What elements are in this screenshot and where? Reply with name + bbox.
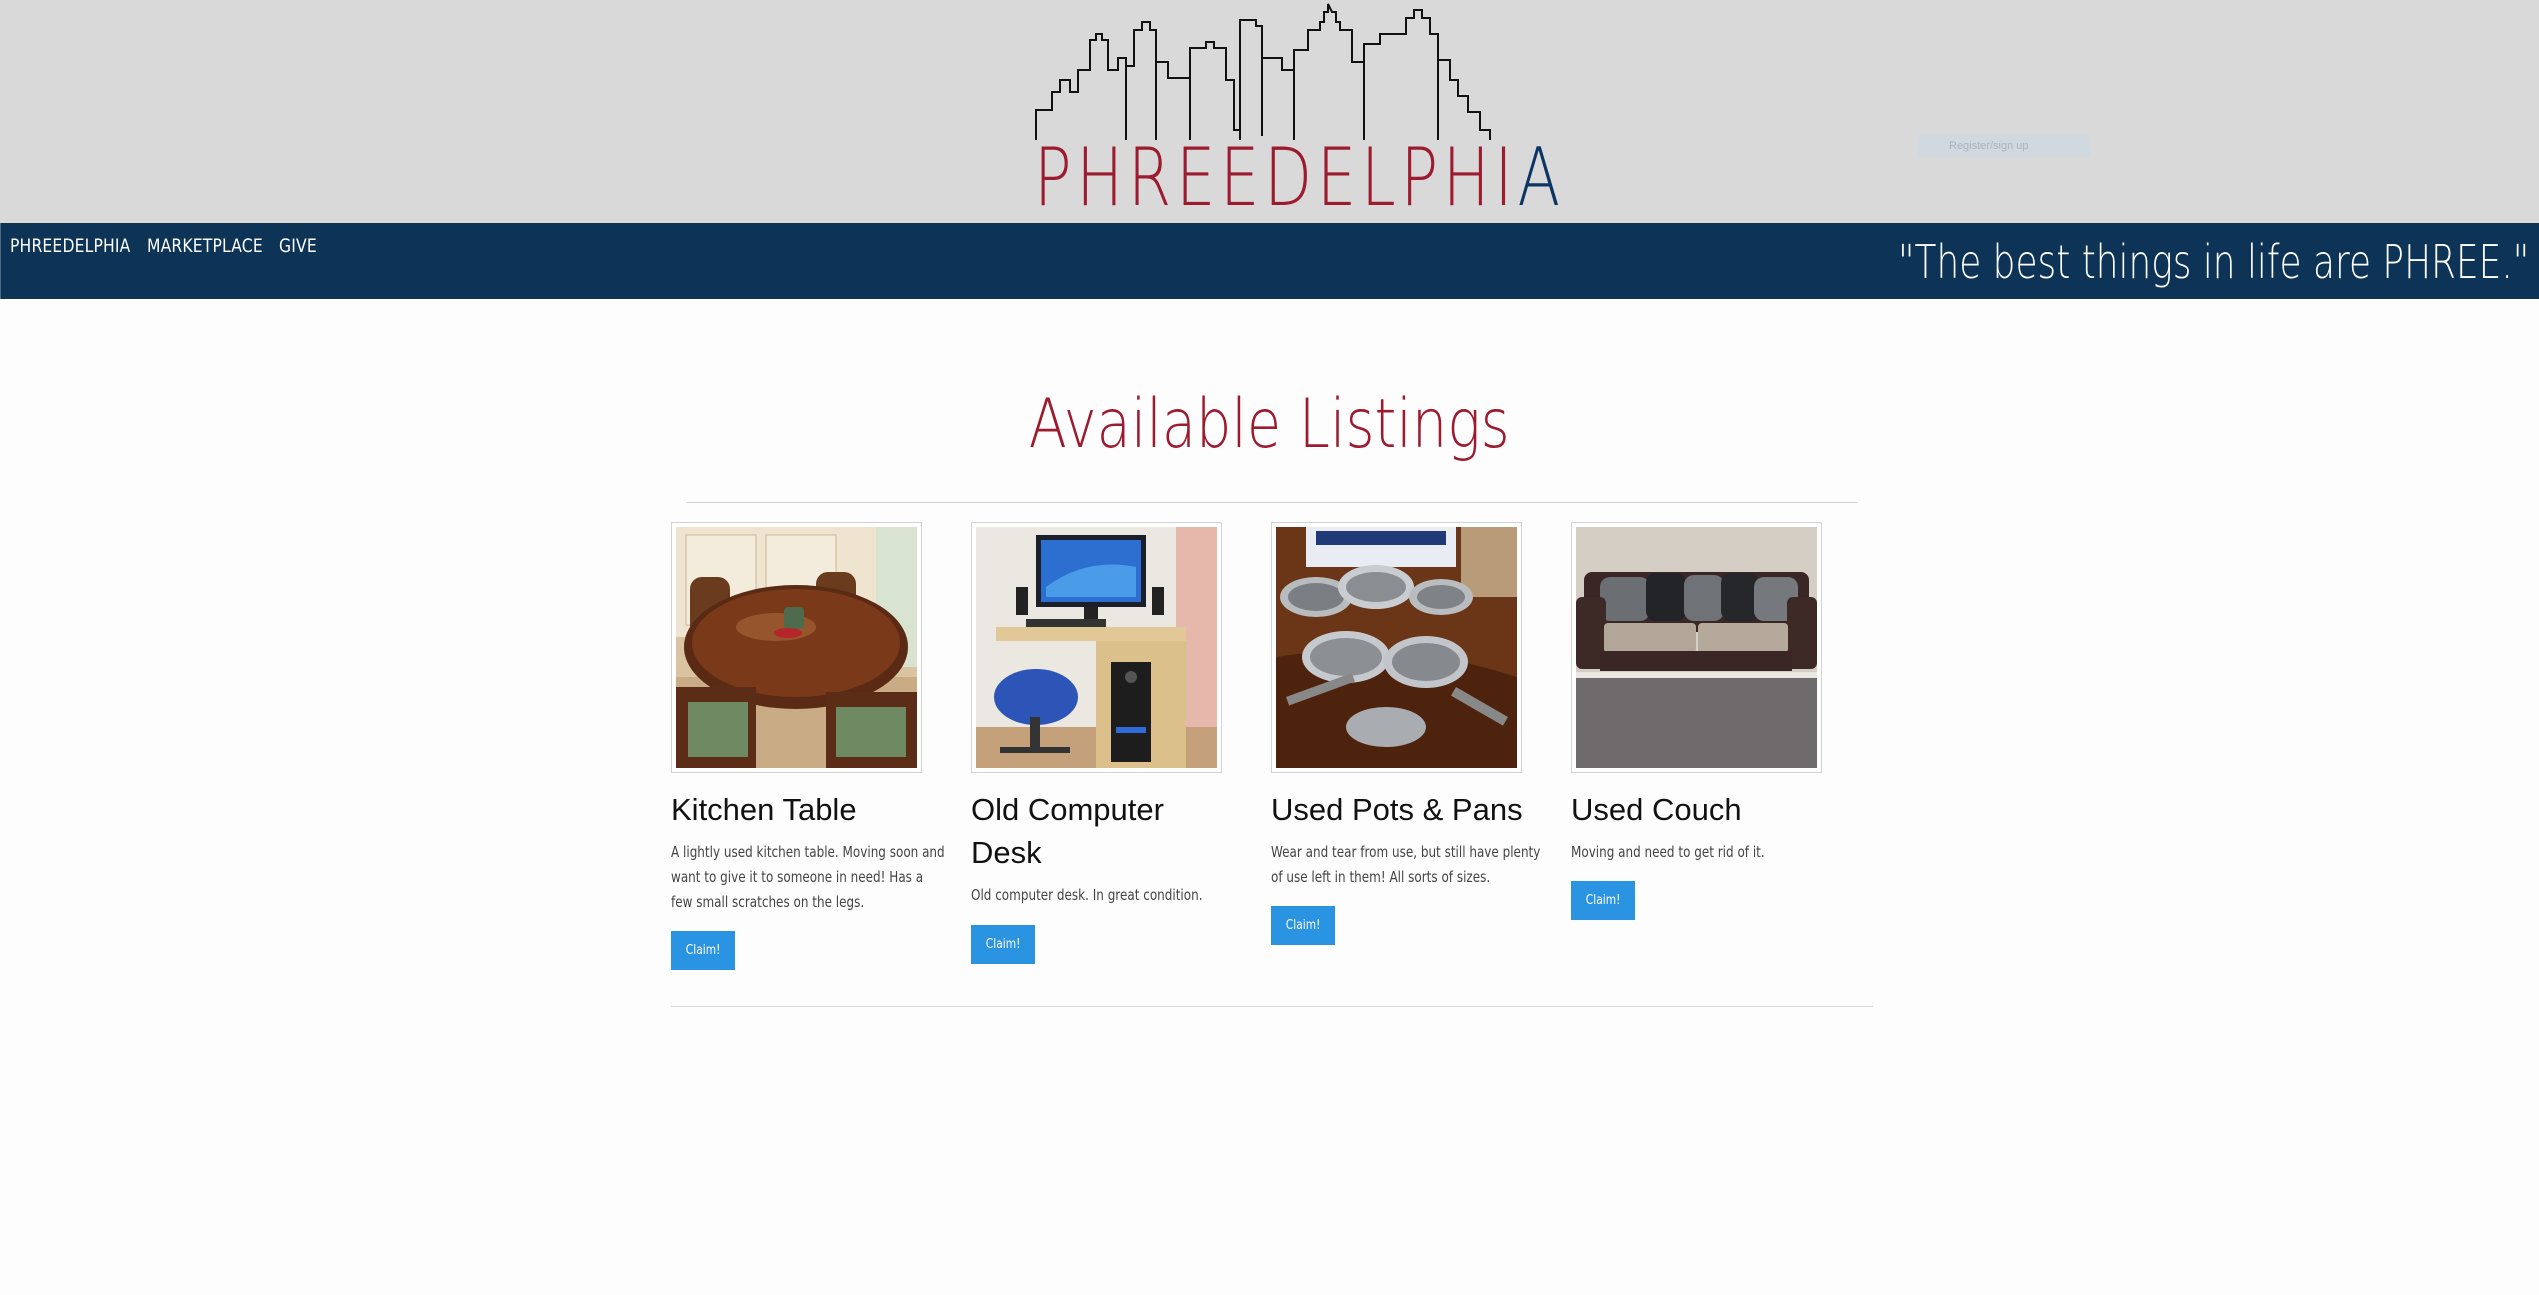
page-title: Available Listings xyxy=(0,385,2539,464)
listing-title: Used Couch xyxy=(1571,792,1742,827)
listing-description: Wear and tear from use, but still have p… xyxy=(1271,840,1546,890)
listing-description: A lightly used kitchen table. Moving soo… xyxy=(671,840,946,915)
listing-title: Kitchen Table xyxy=(671,792,857,827)
listing-image[interactable] xyxy=(671,522,922,773)
page-title-text: Available Listings xyxy=(1029,385,1510,464)
nav-link-phreedelphia[interactable]: PHREEDELPHIA xyxy=(10,235,130,257)
claim-button-label: Claim! xyxy=(985,937,1021,952)
couch-photo-icon xyxy=(1576,527,1817,768)
tagline: "The best things in life are PHREE." xyxy=(1897,235,2529,289)
claim-button[interactable]: Claim! xyxy=(1571,881,1635,920)
listing-image[interactable] xyxy=(971,522,1222,773)
claim-button[interactable]: Claim! xyxy=(1271,906,1335,945)
listing-image[interactable] xyxy=(1271,522,1522,773)
nav-link-give[interactable]: GIVE xyxy=(279,235,317,257)
claim-button[interactable]: Claim! xyxy=(671,931,735,970)
divider-bottom xyxy=(671,1006,1873,1007)
listing-description: Old computer desk. In great condition. xyxy=(971,883,1246,908)
computer-desk-photo-icon xyxy=(976,527,1217,768)
claim-button-label: Claim! xyxy=(1585,893,1621,908)
claim-button[interactable]: Claim! xyxy=(971,925,1035,964)
listing-title: Old Computer Desk xyxy=(971,792,1164,870)
logo-text-red: PHREEDELPHI xyxy=(1034,131,1518,224)
claim-button-label: Claim! xyxy=(1285,918,1321,933)
listing-description-text: A lightly used kitchen table. Moving soo… xyxy=(671,843,945,911)
register-signup-input[interactable]: Register/sign up xyxy=(1918,135,2090,157)
divider-top xyxy=(687,502,1857,503)
header-banner: PHREEDELPHIA Register/sign up xyxy=(0,0,2539,223)
listing-description-text: Wear and tear from use, but still have p… xyxy=(1271,843,1541,886)
listing-description: Moving and need to get rid of it. xyxy=(1571,840,1846,865)
listing-title: Used Pots & Pans xyxy=(1271,792,1523,827)
listing-description-text: Old computer desk. In great condition. xyxy=(971,886,1203,904)
site-logo[interactable]: PHREEDELPHIA xyxy=(1030,0,1560,222)
logo-text-blue: A xyxy=(1517,131,1565,224)
listing-description-text: Moving and need to get rid of it. xyxy=(1571,843,1765,861)
top-navbar: PHREEDELPHIA MARKETPLACE GIVE "The best … xyxy=(0,223,2539,299)
nav-link-marketplace[interactable]: MARKETPLACE xyxy=(147,235,263,257)
listing-image[interactable] xyxy=(1571,522,1822,773)
pots-pans-photo-icon xyxy=(1276,527,1517,768)
claim-button-label: Claim! xyxy=(685,943,721,958)
kitchen-table-photo-icon xyxy=(676,527,917,768)
logo-wordmark: PHREEDELPHIA xyxy=(1034,136,1560,220)
